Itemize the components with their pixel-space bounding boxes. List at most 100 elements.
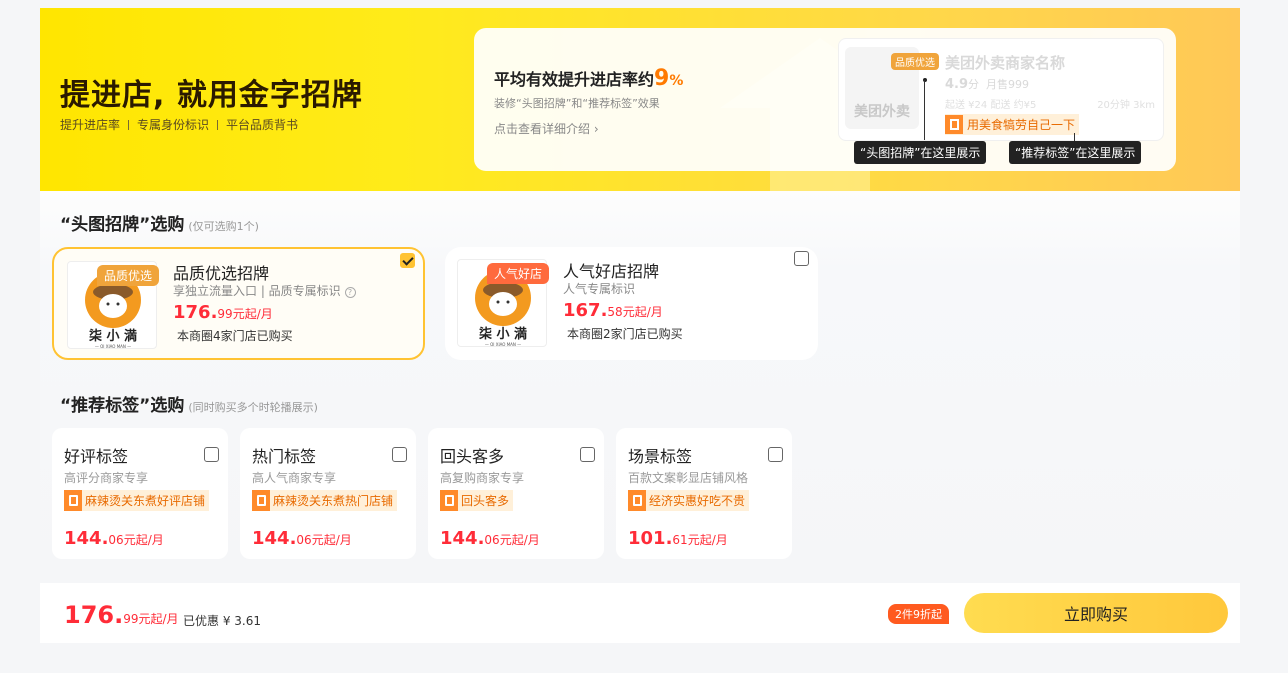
purchase-footer: 176.99元起/月 已优惠 ¥ 3.61 2件9折起 立即购买 xyxy=(40,583,1240,643)
price-dec: 61 xyxy=(672,533,688,547)
buy-now-button[interactable]: 立即购买 xyxy=(964,593,1228,633)
pointer-dot-icon xyxy=(921,76,929,84)
tag-card-title: 好评标签 xyxy=(64,447,129,466)
price-dec: 06 xyxy=(484,533,500,547)
price-int: 101. xyxy=(628,528,673,549)
card-badge: 品质优选 xyxy=(97,265,160,286)
head-section-title: “头图招牌”选购 (仅可选购1个) xyxy=(60,210,259,235)
promo-banner: 提进店, 就用金字招牌 提升进店率 专属身份标识 平台品质背书 平均有效提升进店… xyxy=(40,8,1240,191)
tag-section-hint: (同时购买多个时轮播展示) xyxy=(188,401,318,414)
price-unit: 元起/月 xyxy=(232,307,273,321)
tag-card-title: 场景标签 xyxy=(628,447,693,466)
bookmark-icon xyxy=(945,115,963,134)
tag-sample-text: 经济实惠好吃不贵 xyxy=(649,494,746,508)
head-section-hint: (仅可选购1个) xyxy=(188,220,259,233)
logo-sub: — QI XIAO MAN — xyxy=(95,344,131,349)
tag-section-title-text: “推荐标签”选购 xyxy=(60,396,185,416)
info-description: 装修“头图招牌”和“推荐标签”效果 xyxy=(494,97,660,110)
info-percent-unit: % xyxy=(669,73,684,89)
head-tip: “头图招牌”在这里展示 xyxy=(854,141,987,164)
discount-text: 已优惠 ¥ 3.61 xyxy=(183,614,261,628)
price-int: 144. xyxy=(252,528,297,549)
price-dec: 58 xyxy=(607,305,623,319)
bookmark-icon xyxy=(252,490,270,511)
divider xyxy=(128,119,130,130)
detail-link[interactable]: 点击查看详细介绍 › xyxy=(494,120,599,137)
price-unit: 元起/月 xyxy=(311,533,352,547)
select-checkbox[interactable] xyxy=(768,447,783,462)
card-desc: 人气专属标识 xyxy=(563,282,636,296)
card-price: 167.58元起/月 xyxy=(563,300,663,321)
select-checkbox[interactable] xyxy=(400,253,415,268)
preview-shop-name: 美团外卖商家名称 xyxy=(945,54,1066,72)
promo-badge: 2件9折起 xyxy=(888,604,949,624)
tag-card-price: 144.06元起/月 xyxy=(64,528,164,549)
select-checkbox[interactable] xyxy=(392,447,407,462)
tag-sample: 麻辣烫关东煮好评店铺 xyxy=(64,490,210,511)
card-price: 176.99元起/月 xyxy=(173,302,273,323)
tag-card-hot[interactable]: 热门标签 高人气商家专享 麻辣烫关东煮热门店铺 144.06元起/月 xyxy=(240,428,416,559)
tag-card-desc: 高人气商家专享 xyxy=(252,471,337,485)
info-card: 平均有效提升进店率约9% 装修“头图招牌”和“推荐标签”效果 点击查看详细介绍 … xyxy=(474,28,1176,171)
card-badge: 人气好店 xyxy=(487,263,550,284)
logo-name: 柒 小 満 xyxy=(88,328,137,344)
tag-card-returning[interactable]: 回头客多 高复购商家专享 回头客多 144.06元起/月 xyxy=(428,428,604,559)
price-int: 144. xyxy=(440,528,485,549)
info-title-text: 平均有效提升进店率约 xyxy=(494,70,655,89)
card-sold: 本商圈4家门店已购买 xyxy=(177,329,293,343)
banner-title: 提进店, 就用金字招牌 xyxy=(60,78,363,113)
preview-time: 20分钟 3km xyxy=(1097,100,1155,111)
price-dec: 99 xyxy=(217,307,233,321)
bookmark-icon xyxy=(628,490,646,511)
card-desc: 享独立流量入口 | 品质专属标识 ? xyxy=(173,282,356,299)
logo-sub: — QI XIAO MAN — xyxy=(485,342,521,347)
tag-sample-text: 回头客多 xyxy=(461,494,510,508)
select-checkbox[interactable] xyxy=(204,447,219,462)
tip-connector xyxy=(924,80,925,140)
price-int: 176. xyxy=(173,302,218,323)
preview-badge: 品质优选 xyxy=(891,53,939,70)
price-unit: 元起/月 xyxy=(123,533,164,547)
bookmark-icon xyxy=(440,490,458,511)
tag-card-desc: 百款文案彰显店铺风格 xyxy=(628,471,749,485)
price-unit: 元起/月 xyxy=(622,305,663,319)
tag-section-title: “推荐标签”选购 (同时购买多个时轮播展示) xyxy=(60,391,318,416)
tag-tip: “推荐标签”在这里展示 xyxy=(1009,141,1142,164)
preview-rating-value: 4.9 xyxy=(945,77,969,92)
preview-shipping: 起送 ¥24 配送 约¥5 xyxy=(945,100,1037,111)
card-title: 品质优选招牌 xyxy=(173,264,270,283)
tag-card-price: 144.06元起/月 xyxy=(252,528,352,549)
help-icon[interactable]: ? xyxy=(344,287,356,298)
tag-card-desc: 高评分商家专享 xyxy=(64,471,149,485)
tag-card-price: 101.61元起/月 xyxy=(628,528,728,549)
tag-sample: 麻辣烫关东煮热门店铺 xyxy=(252,490,398,511)
tag-card-desc: 高复购商家专享 xyxy=(440,471,525,485)
preview-tag: 用美食犒劳自己一下 xyxy=(945,114,1080,135)
info-percent-value: 9 xyxy=(654,66,670,91)
price-dec: 06 xyxy=(296,533,312,547)
tag-card-title: 回头客多 xyxy=(440,447,505,466)
card-desc-text: 享独立流量入口 | 品质专属标识 xyxy=(173,284,341,298)
info-percent: 9% xyxy=(654,66,683,91)
bookmark-icon xyxy=(64,490,82,511)
select-checkbox[interactable] xyxy=(580,447,595,462)
info-title: 平均有效提升进店率约9% xyxy=(494,66,683,91)
select-checkbox[interactable] xyxy=(794,251,809,266)
price-dec: 06 xyxy=(108,533,124,547)
head-card-popular[interactable]: 柒 小 満 — QI XIAO MAN — 人气好店 人气好店招牌 人气专属标识… xyxy=(445,247,818,360)
tag-card-good-review[interactable]: 好评标签 高评分商家专享 麻辣烫关东煮好评店铺 144.06元起/月 xyxy=(52,428,228,559)
total-price: 176.99元起/月 xyxy=(64,601,179,629)
card-sold: 本商圈2家门店已购买 xyxy=(567,327,683,341)
banner-sub-item: 提升进店率 xyxy=(60,118,121,132)
banner-sub-item: 平台品质背书 xyxy=(226,118,299,132)
tag-card-scene[interactable]: 场景标签 百款文案彰显店铺风格 经济实惠好吃不贵 101.61元起/月 xyxy=(616,428,792,559)
price-int: 167. xyxy=(563,300,608,321)
card-title: 人气好店招牌 xyxy=(563,262,660,281)
preview-tag-text: 用美食犒劳自己一下 xyxy=(967,118,1076,132)
head-card-quality[interactable]: 柒 小 満 — QI XIAO MAN — 品质优选 品质优选招牌 享独立流量入… xyxy=(52,247,425,360)
price-dec: 99 xyxy=(123,612,139,626)
price-unit: 元起/月 xyxy=(138,612,179,626)
divider xyxy=(217,119,219,130)
tag-card-price: 144.06元起/月 xyxy=(440,528,540,549)
preview-logo-text: 美团外卖 xyxy=(854,104,910,120)
